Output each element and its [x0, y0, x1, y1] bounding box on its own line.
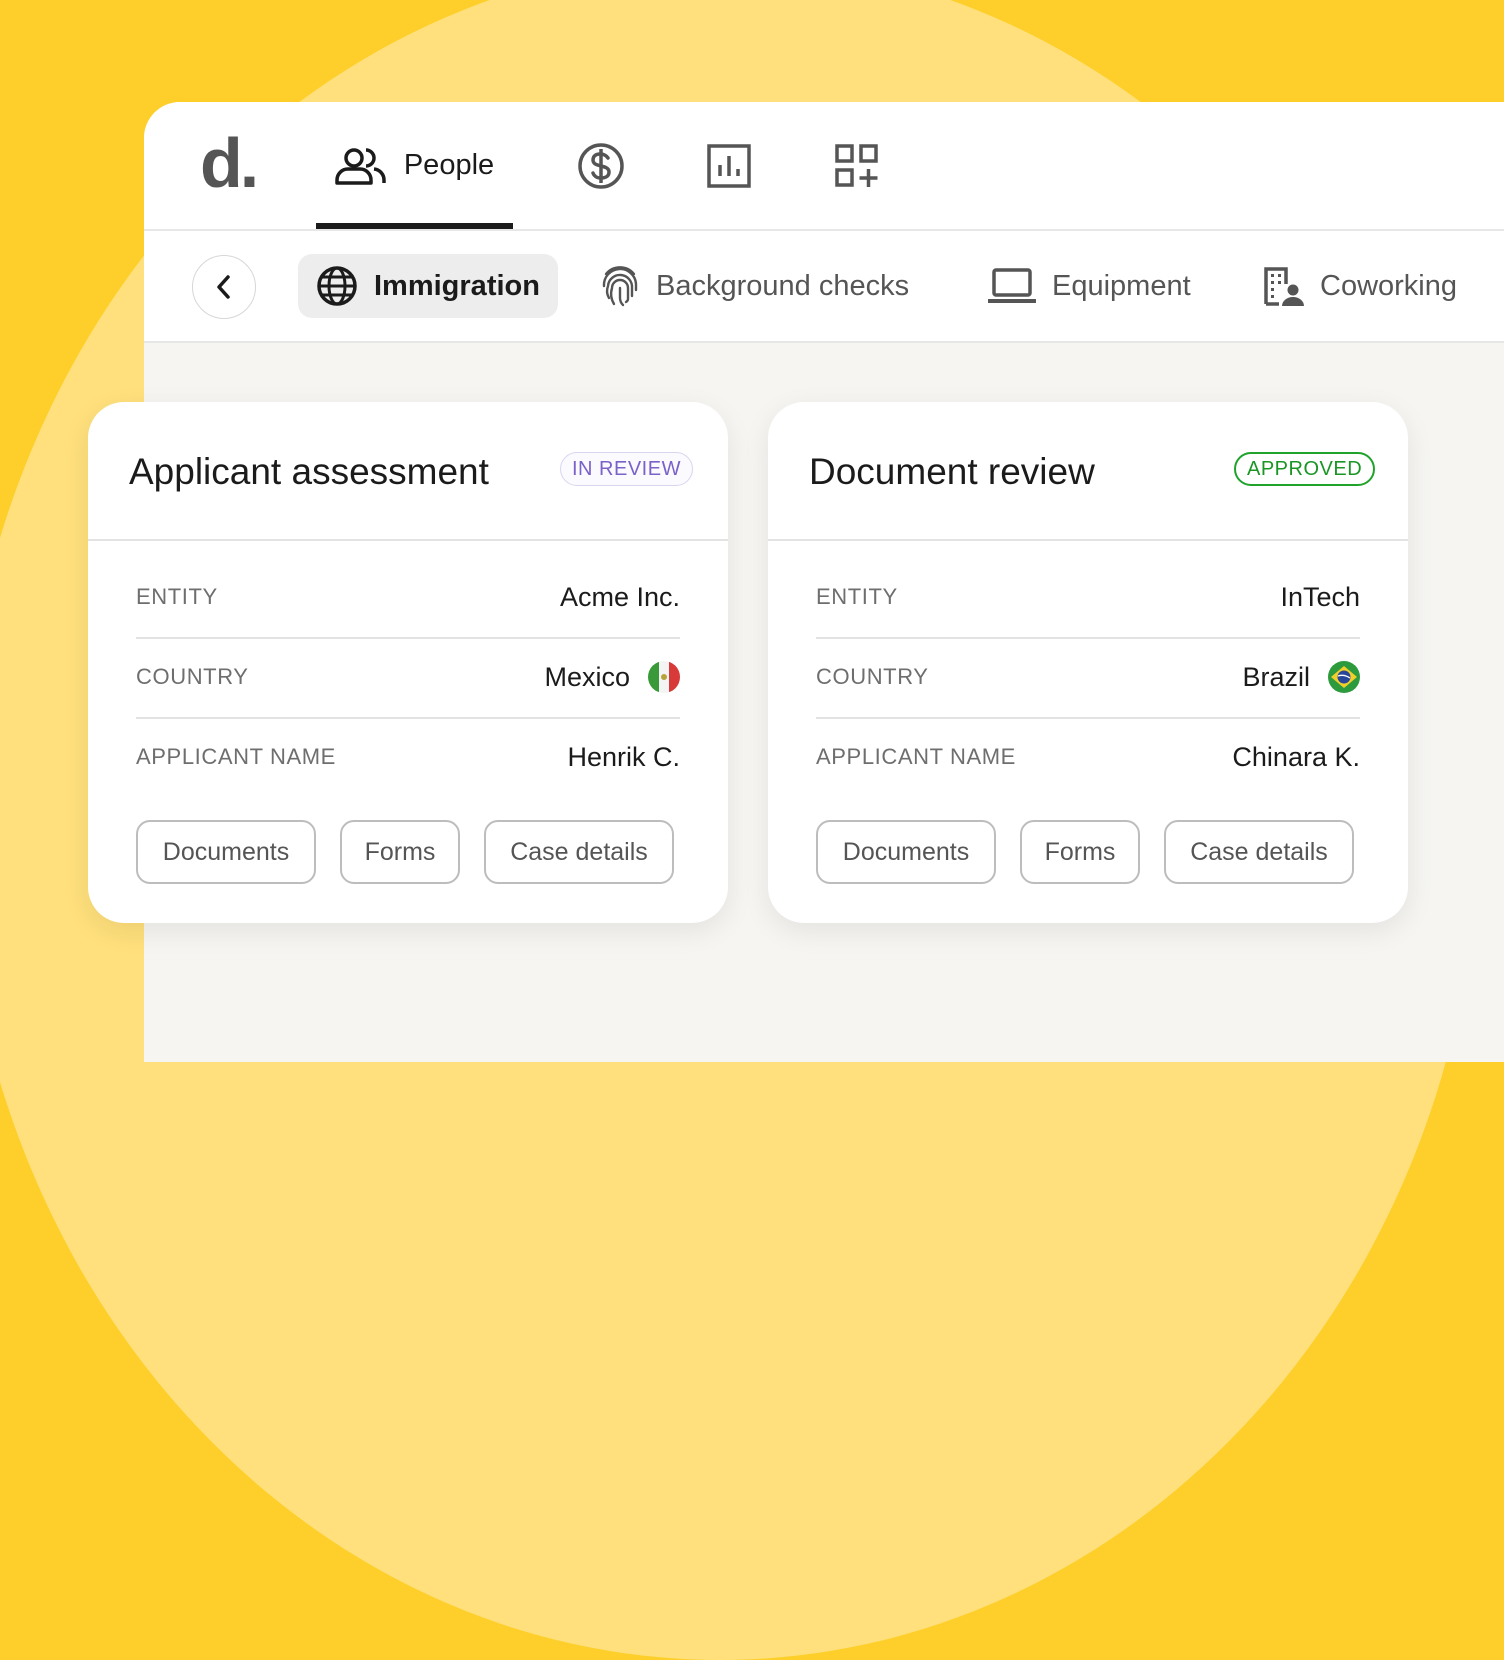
logo: d.	[200, 124, 259, 202]
tab-background-checks[interactable]: Background checks	[600, 254, 909, 318]
active-tab-indicator	[316, 223, 513, 229]
apps-add-icon	[834, 143, 880, 189]
applicant-row: APPLICANT NAME Henrik C.	[136, 717, 680, 797]
chevron-left-icon	[214, 274, 234, 300]
tab-equipment-label: Equipment	[1052, 269, 1191, 302]
entity-row: ENTITY InTech	[816, 557, 1360, 639]
tab-background-checks-label: Background checks	[656, 269, 910, 302]
country-value-wrap: Mexico	[544, 661, 680, 693]
entity-label: ENTITY	[136, 584, 218, 609]
forms-button[interactable]: Forms	[340, 820, 460, 884]
people-icon	[334, 146, 388, 186]
card-title: Applicant assessment	[129, 451, 489, 492]
entity-row: ENTITY Acme Inc.	[136, 557, 680, 639]
document-review-card: Document review APPROVED ENTITY InTech C…	[768, 402, 1408, 923]
top-navbar: d. People	[144, 102, 1504, 231]
applicant-label: APPLICANT NAME	[136, 744, 336, 769]
building-person-icon	[1264, 266, 1304, 306]
country-row: COUNTRY Brazil	[816, 637, 1360, 719]
applicant-assessment-card: Applicant assessment IN REVIEW ENTITY Ac…	[88, 402, 728, 923]
entity-label: ENTITY	[816, 584, 898, 609]
tab-immigration-label: Immigration	[374, 269, 540, 302]
tab-coworking[interactable]: Coworking	[1264, 254, 1457, 318]
status-badge: APPROVED	[1234, 452, 1376, 486]
country-label: COUNTRY	[136, 664, 249, 689]
country-value-wrap: Brazil	[1242, 661, 1360, 693]
applicant-row: APPLICANT NAME Chinara K.	[816, 717, 1360, 797]
case-details-button[interactable]: Case details	[1164, 820, 1354, 884]
documents-button[interactable]: Documents	[816, 820, 996, 884]
card-title: Document review	[809, 451, 1095, 492]
chart-icon	[706, 143, 752, 189]
documents-button[interactable]: Documents	[136, 820, 316, 884]
card-header: Applicant assessment IN REVIEW	[88, 402, 728, 541]
sub-navbar: Immigration Background checks Equipment …	[144, 231, 1504, 343]
card-header: Document review APPROVED	[768, 402, 1408, 541]
tab-apps[interactable]	[822, 102, 892, 229]
entity-value: InTech	[1280, 581, 1360, 612]
entity-value: Acme Inc.	[559, 581, 680, 612]
tab-equipment[interactable]: Equipment	[988, 254, 1191, 318]
globe-icon	[316, 265, 358, 307]
mexico-flag-icon	[648, 661, 680, 693]
country-value: Mexico	[544, 661, 630, 692]
country-label: COUNTRY	[816, 664, 929, 689]
dollar-icon	[576, 141, 626, 191]
applicant-value: Henrik C.	[567, 741, 680, 772]
tab-payroll[interactable]	[566, 102, 636, 229]
country-row: COUNTRY Mexico	[136, 637, 680, 719]
tab-immigration[interactable]: Immigration	[298, 254, 558, 318]
country-value: Brazil	[1242, 661, 1310, 692]
laptop-icon	[988, 266, 1036, 306]
tab-reports[interactable]	[694, 102, 764, 229]
case-details-button[interactable]: Case details	[484, 820, 674, 884]
tab-people[interactable]: People	[316, 102, 512, 229]
applicant-value: Chinara K.	[1232, 741, 1360, 772]
forms-button[interactable]: Forms	[1020, 820, 1140, 884]
back-button[interactable]	[192, 255, 256, 319]
brazil-flag-icon	[1328, 661, 1360, 693]
status-badge: IN REVIEW	[560, 452, 693, 486]
tab-people-label: People	[403, 149, 495, 181]
tab-coworking-label: Coworking	[1320, 269, 1457, 302]
fingerprint-icon	[600, 264, 640, 308]
applicant-label: APPLICANT NAME	[816, 744, 1016, 769]
